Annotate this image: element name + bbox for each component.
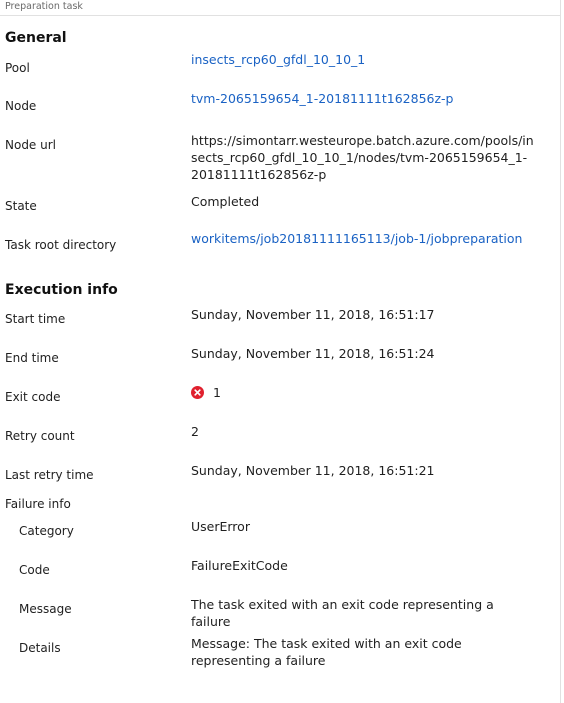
property-label-code: Code	[19, 563, 50, 577]
section-title-general: General	[5, 30, 67, 46]
exit-code-value: 1	[191, 384, 536, 401]
property-label-failure-info: Failure info	[5, 497, 71, 511]
details-value: Message: The task exited with an exit co…	[191, 635, 536, 669]
state-value: Completed	[191, 194, 260, 209]
category-value: UserError	[191, 519, 250, 534]
property-label-last-retry-time: Last retry time	[5, 468, 94, 482]
property-label-node: Node	[5, 99, 37, 113]
property-label-end-time: End time	[5, 351, 59, 365]
node-url-value: https://simontarr.westeurope.batch.azure…	[191, 132, 536, 183]
exit-code-number: 1	[213, 385, 221, 400]
preparation-task-panel: Preparation task General Pool insects_rc…	[0, 0, 561, 703]
property-label-node-url: Node url	[5, 138, 57, 152]
panel-title: Preparation task	[5, 1, 83, 12]
property-label-retry-count: Retry count	[5, 429, 75, 443]
property-label-message: Message	[19, 602, 72, 616]
error-icon	[191, 386, 204, 399]
property-label-task-root: Task root directory	[5, 238, 117, 252]
property-label-state: State	[5, 199, 37, 213]
node-url-line: sects_rcp60_gfdl_10_10_1/nodes/tvm-20651…	[191, 150, 528, 165]
property-label-details: Details	[19, 641, 61, 655]
details-line: representing a failure	[191, 653, 326, 668]
node-url-line: 20181111t162856z-p	[191, 167, 327, 182]
node-link[interactable]: tvm-2065159654_1-20181111t162856z-p	[191, 90, 536, 107]
pool-link[interactable]: insects_rcp60_gfdl_10_10_1	[191, 51, 536, 68]
end-time-value: Sunday, November 11, 2018, 16:51:24	[191, 346, 435, 361]
details-line: Message: The task exited with an exit co…	[191, 636, 462, 651]
code-value: FailureExitCode	[191, 558, 288, 573]
message-value: The task exited with an exit code repres…	[191, 597, 494, 629]
property-label-exit-code: Exit code	[5, 390, 61, 404]
property-label-category: Category	[19, 524, 74, 538]
retry-count-value: 2	[191, 424, 199, 439]
start-time-value: Sunday, November 11, 2018, 16:51:17	[191, 307, 435, 322]
last-retry-time-value: Sunday, November 11, 2018, 16:51:21	[191, 463, 435, 478]
task-root-directory-link[interactable]: workitems/job20181111165113/job-1/jobpre…	[191, 230, 536, 247]
panel-header: Preparation task	[0, 0, 561, 16]
node-url-line: https://simontarr.westeurope.batch.azure…	[191, 133, 534, 148]
property-label-pool: Pool	[5, 61, 30, 75]
property-label-start-time: Start time	[5, 312, 66, 326]
section-title-execution-info: Execution info	[5, 282, 118, 298]
